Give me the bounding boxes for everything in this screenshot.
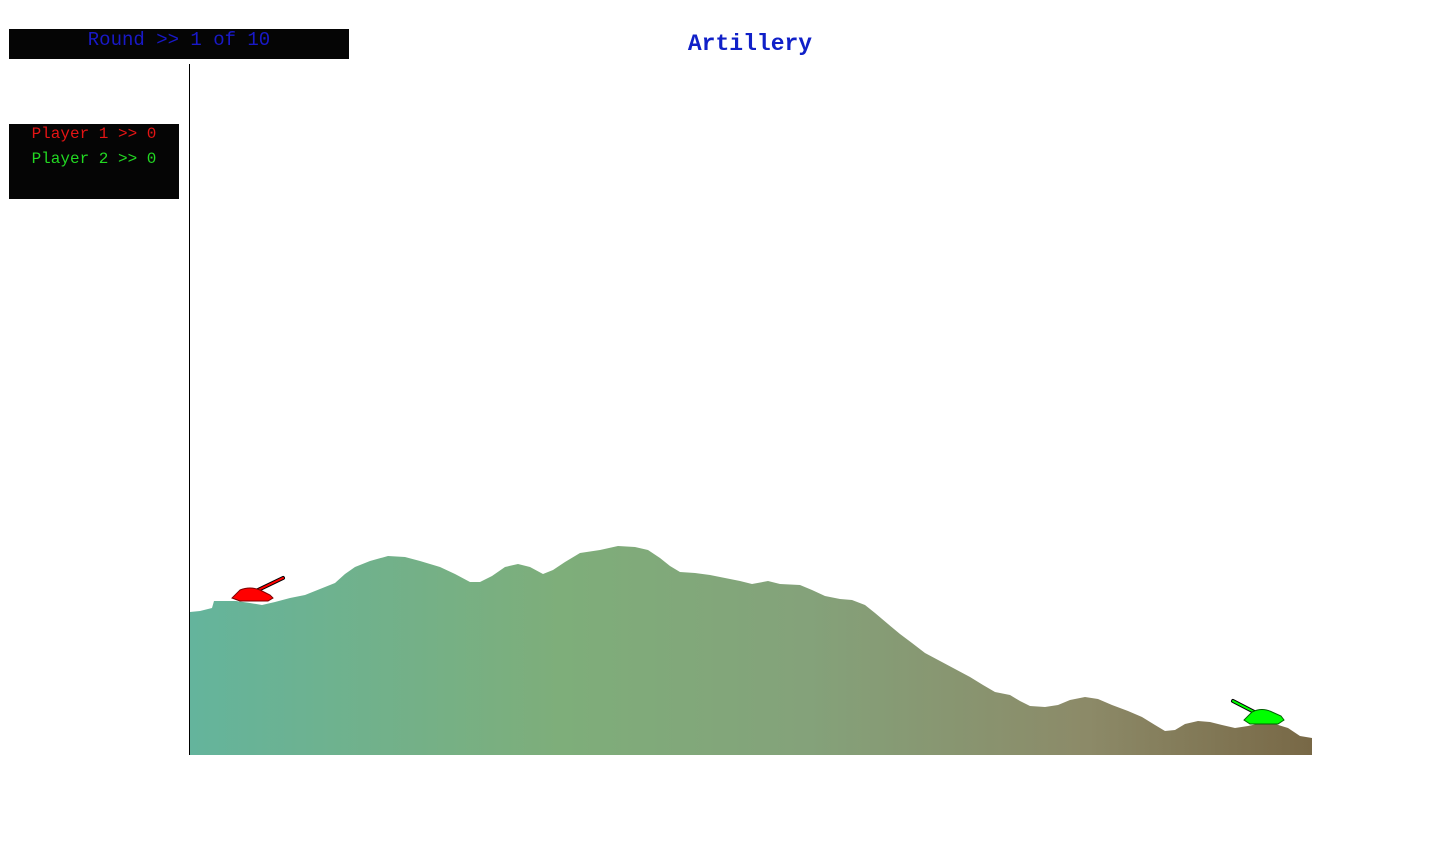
player1-tank-body [231, 587, 274, 602]
player2-tank[interactable] [1231, 699, 1285, 725]
terrain [190, 546, 1312, 755]
game-arena[interactable] [0, 0, 1450, 848]
player1-tank[interactable] [231, 576, 285, 602]
